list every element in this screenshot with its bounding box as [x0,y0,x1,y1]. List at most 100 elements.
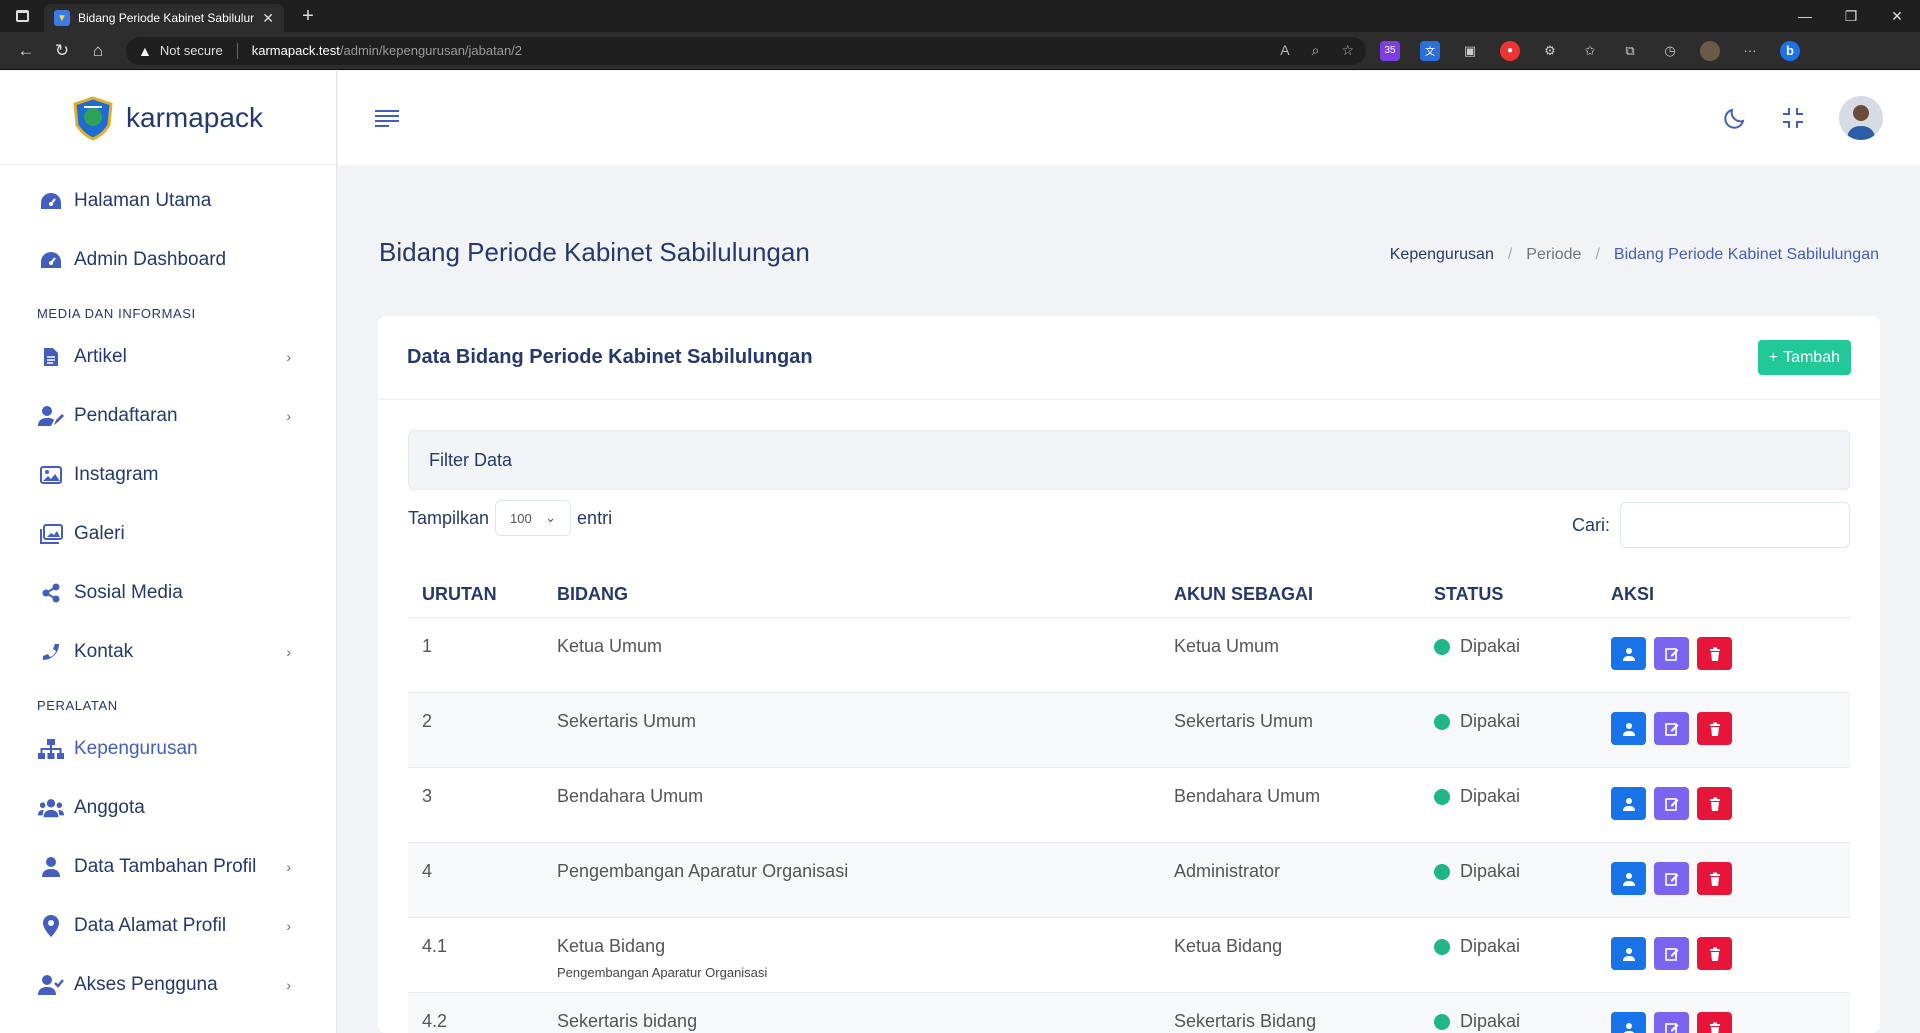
delete-button[interactable] [1697,637,1732,670]
sidebar-item-kontak[interactable]: Kontak › [0,622,336,681]
exit-fullscreen-icon[interactable] [1781,106,1805,130]
window-menu-icon[interactable] [0,0,44,32]
filter-panel-toggle[interactable]: Filter Data [408,430,1850,490]
profile-avatar[interactable] [1700,40,1720,61]
breadcrumb-separator: / [1507,246,1513,263]
sidebar-item-kepengurusan[interactable]: Kepengurusan [0,719,336,778]
user-icon [1622,647,1636,661]
back-icon[interactable]: ← [8,36,44,66]
column-header[interactable]: STATUS [1434,584,1611,605]
sidebar-item-data-tambahan-profil[interactable]: Data Tambahan Profil › [0,837,336,896]
sitemap-icon [38,738,64,760]
status-text: Dipakai [1460,786,1521,806]
data-table: URUTAN BIDANG AKUN SEBAGAI STATUS AKSI 1… [408,572,1850,1033]
sidebar-item-pendaftaran[interactable]: Pendaftaran › [0,386,336,445]
sidebar-item-label: Data Alamat Profil [74,914,227,936]
page-length-control: Tampilkan 100 ⌄ entri [408,500,612,536]
search-control: Cari: [1572,502,1850,548]
reload-icon[interactable]: ↻ [44,36,80,66]
tab-close-icon[interactable]: ✕ [262,10,274,27]
search-input[interactable] [1620,502,1850,548]
edit-button[interactable] [1654,787,1689,820]
sidebar-item-sosial-media[interactable]: Sosial Media [0,563,336,622]
edit-button[interactable] [1654,712,1689,745]
edit-button[interactable] [1654,1012,1689,1033]
sidebar-item-akses-pengguna[interactable]: Akses Pengguna › [0,955,336,1014]
browser-tabbar: ▼ Bidang Periode Kabinet Sabilulun ✕ + —… [0,0,1920,32]
sidebar-item-label: Artikel [74,345,127,367]
new-tab-icon[interactable]: + [296,5,320,28]
filter-label: Filter Data [429,449,513,470]
breadcrumb-item[interactable]: Periode [1526,246,1581,264]
more-icon[interactable]: ··· [1740,41,1760,61]
sidebar-item-artikel[interactable]: Artikel › [0,327,336,386]
view-user-button[interactable] [1611,937,1646,970]
delete-button[interactable] [1697,862,1732,895]
sidebar-item-label: Kontak [74,640,134,662]
translate-icon[interactable]: 文 [1420,40,1440,61]
column-header[interactable]: AKUN SEBAGAI [1174,584,1434,605]
favorite-add-icon[interactable]: ☆ [1341,42,1354,59]
view-user-button[interactable] [1611,787,1646,820]
chevron-right-icon: › [286,407,291,424]
edit-button[interactable] [1654,862,1689,895]
trash-icon [1708,647,1722,661]
dark-mode-icon[interactable] [1723,106,1747,130]
sidebar-item-galeri[interactable]: Galeri [0,504,336,563]
images-icon [38,523,64,545]
favorites-icon[interactable]: ✩ [1580,41,1600,61]
address-bar[interactable]: ▲ Not secure karmapack.test/admin/kepeng… [126,36,1366,65]
sidebar-item-halaman-utama[interactable]: Halaman Utama [0,171,336,230]
status-text: Dipakai [1460,936,1521,956]
cell-akun: Sekertaris Umum [1174,711,1314,731]
browser-tab[interactable]: ▼ Bidang Periode Kabinet Sabilulun ✕ [44,4,284,32]
sidebar-item-data-alamat-profil[interactable]: Data Alamat Profil › [0,896,336,955]
minimize-icon[interactable]: — [1782,8,1828,25]
edit-button[interactable] [1654,637,1689,670]
view-user-button[interactable] [1611,1012,1646,1033]
view-user-button[interactable] [1611,712,1646,745]
close-window-icon[interactable]: ✕ [1874,8,1920,25]
delete-button[interactable] [1697,1012,1732,1033]
collections-icon[interactable]: ⧉ [1620,41,1640,61]
table-header: URUTAN BIDANG AKUN SEBAGAI STATUS AKSI [408,572,1850,618]
chevron-right-icon: › [286,348,291,365]
cell-bidang: Sekertaris Umum [557,711,1174,732]
user-avatar[interactable] [1839,96,1883,140]
extension-icon[interactable]: ▣ [1460,41,1480,61]
delete-button[interactable] [1697,937,1732,970]
zoom-icon[interactable]: ⌕ [1312,42,1320,59]
search-label: Cari: [1571,514,1610,535]
edit-button[interactable] [1654,937,1689,970]
read-aloud-icon[interactable]: A [1280,42,1289,59]
breadcrumb-current: Bidang Periode Kabinet Sabilulungan [1613,246,1879,263]
breadcrumb-item[interactable]: Kepengurusan [1390,246,1494,264]
edit-icon [1664,1022,1679,1033]
view-user-button[interactable] [1611,862,1646,895]
menu-toggle-icon[interactable] [375,107,399,130]
copilot-icon[interactable]: b [1780,40,1800,61]
cell-bidang: Pengembangan Aparatur Organisasi [557,861,1174,882]
sidebar-item-admin-dashboard[interactable]: Admin Dashboard [0,230,336,289]
sidebar-item-label: Anggota [74,796,145,818]
brand[interactable]: karmapack [0,71,336,165]
delete-button[interactable] [1697,787,1732,820]
extension-badge-icon[interactable]: 35 [1380,40,1400,61]
column-header[interactable]: URUTAN [408,584,557,605]
add-button[interactable]: + Tambah [1757,340,1851,375]
extension-red-icon[interactable]: ● [1500,40,1520,61]
view-user-button[interactable] [1611,637,1646,670]
add-button-label: Tambah [1783,348,1840,366]
trash-icon [1708,722,1722,736]
column-header[interactable]: BIDANG [557,584,1174,605]
page-length-select[interactable]: 100 ⌄ [495,500,572,536]
bidang-name: Ketua Bidang [557,936,666,956]
extensions-icon[interactable]: ⚙ [1540,41,1560,61]
restore-icon[interactable]: ❐ [1828,8,1874,25]
history-icon[interactable]: ◷ [1660,41,1680,61]
home-icon[interactable]: ⌂ [80,36,116,66]
sidebar-item-instagram[interactable]: Instagram [0,445,336,504]
delete-button[interactable] [1697,712,1732,745]
dashboard-icon [38,190,64,212]
sidebar-item-anggota[interactable]: Anggota [0,778,336,837]
